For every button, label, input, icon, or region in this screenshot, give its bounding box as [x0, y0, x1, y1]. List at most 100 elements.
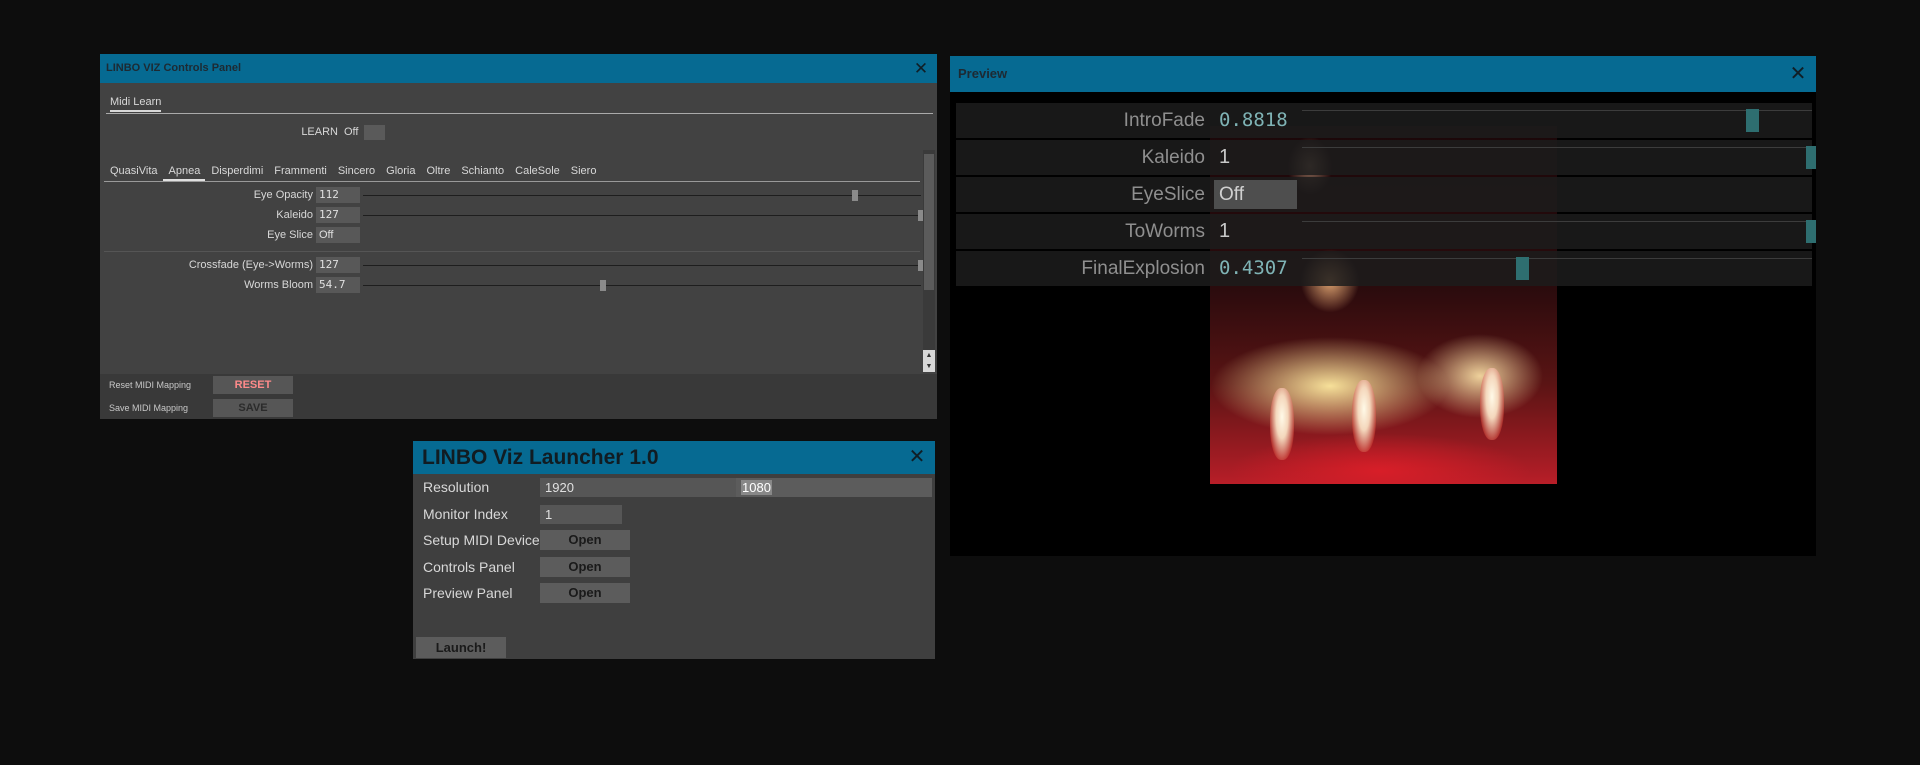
save-mapping-row: Save MIDI Mapping SAVE: [100, 397, 937, 419]
preview-param-label: ToWorms: [1125, 221, 1205, 242]
reset-mapping-row: Reset MIDI Mapping RESET: [100, 374, 937, 396]
monitor-index-label: Monitor Index: [423, 506, 508, 522]
launcher-titlebar[interactable]: LINBO Viz Launcher 1.0 ✕: [413, 441, 935, 474]
param-value-field[interactable]: 127: [316, 207, 360, 223]
preview-slider-track[interactable]: [1302, 110, 1812, 111]
tab-midi-learn[interactable]: Midi Learn: [110, 96, 162, 112]
param-label: Crossfade (Eye->Worms): [188, 259, 313, 271]
learn-label: LEARN: [301, 126, 338, 138]
flame-shape: [1352, 380, 1376, 452]
close-icon[interactable]: ✕: [1788, 64, 1808, 84]
tab-apnea[interactable]: Apnea: [162, 163, 206, 181]
monitor-index-input[interactable]: 1: [540, 505, 622, 524]
preview-param-value: 0.8818: [1219, 109, 1288, 131]
tab-sincero[interactable]: Sincero: [332, 163, 380, 179]
preview-param-value: 1: [1219, 220, 1231, 242]
param-value-field[interactable]: 112: [316, 187, 360, 203]
save-mapping-label: Save MIDI Mapping: [109, 403, 189, 413]
param-row-kaleido: Kaleido 127: [100, 206, 930, 224]
open-midi-device-button[interactable]: Open: [540, 530, 630, 550]
learn-toggle[interactable]: [364, 125, 385, 140]
preview-slider-handle[interactable]: [1806, 220, 1816, 243]
param-label: Eye Slice: [267, 229, 313, 241]
resolution-height-selection: 1080: [741, 480, 772, 495]
midi-device-row: Setup MIDI Device Open: [413, 528, 935, 552]
monitor-row: Monitor Index 1: [413, 502, 935, 526]
tab-disperdimi[interactable]: Disperdimi: [205, 163, 268, 179]
preview-slider-track[interactable]: [1302, 258, 1812, 259]
subtab-divider: [106, 113, 933, 114]
flame-shape: [1480, 368, 1504, 440]
resolution-width-input[interactable]: 1920: [540, 478, 736, 497]
tab-calesole[interactable]: CaleSole: [509, 163, 565, 179]
controls-panel-label: Controls Panel: [423, 559, 515, 575]
open-preview-panel-button[interactable]: Open: [540, 583, 630, 603]
tab-frammenti[interactable]: Frammenti: [268, 163, 332, 179]
open-controls-panel-button[interactable]: Open: [540, 557, 630, 577]
reset-mapping-label: Reset MIDI Mapping: [109, 380, 192, 390]
preview-param-label: EyeSlice: [1131, 184, 1205, 205]
controls-panel-title: LINBO VIZ Controls Panel: [106, 62, 242, 74]
slider-handle[interactable]: [600, 280, 607, 291]
resolution-label: Resolution: [423, 479, 490, 495]
param-label: Worms Bloom: [244, 279, 313, 291]
close-icon[interactable]: ✕: [907, 447, 927, 467]
preview-panel-label: Preview Panel: [423, 585, 513, 601]
close-icon[interactable]: ✕: [911, 59, 931, 79]
preview-param-value: 0.4307: [1219, 257, 1288, 279]
learn-value: Off: [344, 126, 359, 138]
preview-param-label: Kaleido: [1141, 147, 1205, 168]
tab-quasivita[interactable]: QuasiVita: [104, 163, 163, 179]
flame-shape: [1270, 388, 1294, 460]
preview-param-label: IntroFade: [1123, 110, 1205, 131]
slider-track[interactable]: [363, 265, 921, 266]
scroll-up-icon[interactable]: ▲: [923, 350, 935, 361]
preview-param-eye-slice: EyeSlice Off: [956, 177, 1812, 212]
param-value-field[interactable]: 54.7: [316, 277, 360, 293]
preview-slider-handle[interactable]: [1515, 257, 1529, 280]
launcher-window: LINBO Viz Launcher 1.0 ✕ Resolution 1920…: [413, 441, 935, 659]
scrollbar-arrows[interactable]: ▲ ▼: [923, 350, 935, 372]
tab-schianto[interactable]: Schianto: [455, 163, 509, 179]
param-label: Kaleido: [276, 209, 313, 221]
tabs-divider: [104, 181, 920, 182]
preview-param-label: FinalExplosion: [1081, 258, 1205, 279]
preview-param-to-worms: ToWorms 1: [956, 214, 1816, 249]
slider-track[interactable]: [363, 195, 921, 196]
param-value-field[interactable]: 127: [316, 257, 360, 273]
resolution-row: Resolution 1920 1080: [413, 475, 935, 499]
eye-slice-toggle[interactable]: Off: [316, 227, 360, 243]
preview-titlebar[interactable]: Preview ✕: [950, 56, 1816, 92]
preview-param-kaleido: Kaleido 1: [956, 140, 1816, 175]
preview-eye-slice-toggle[interactable]: Off: [1214, 180, 1297, 209]
slider-track[interactable]: [363, 285, 921, 286]
preview-param-intro-fade: IntroFade 0.8818: [956, 103, 1812, 138]
controls-panel-window: LINBO VIZ Controls Panel ✕ Midi Learn LE…: [100, 54, 937, 419]
slider-track[interactable]: [363, 215, 921, 216]
scroll-down-icon[interactable]: ▼: [923, 361, 935, 372]
controls-panel-titlebar[interactable]: LINBO VIZ Controls Panel ✕: [100, 54, 937, 83]
scrollbar-thumb[interactable]: [924, 154, 934, 290]
preview-slider-track[interactable]: [1302, 221, 1812, 222]
save-button[interactable]: SAVE: [213, 399, 293, 417]
param-row-eye-opacity: Eye Opacity 112: [100, 186, 930, 204]
param-row-crossfade: Crossfade (Eye->Worms) 127: [100, 256, 930, 274]
preview-title: Preview: [958, 66, 1008, 81]
launch-button[interactable]: Launch!: [416, 637, 506, 658]
preview-slider-handle[interactable]: [1806, 146, 1816, 169]
preview-slider-track[interactable]: [1302, 147, 1812, 148]
preview-param-final-explosion: FinalExplosion 0.4307: [956, 251, 1812, 286]
launcher-title: LINBO Viz Launcher 1.0: [422, 446, 659, 469]
resolution-height-input[interactable]: 1080: [736, 478, 932, 497]
tab-oltre[interactable]: Oltre: [420, 163, 455, 179]
scene-tabs: QuasiVita Apnea Disperdimi Frammenti Sincero…: [104, 163, 601, 181]
param-row-worms-bloom: Worms Bloom 54.7: [100, 276, 930, 294]
preview-slider-handle[interactable]: [1745, 109, 1759, 132]
controls-panel-row: Controls Panel Open: [413, 555, 935, 579]
tab-siero[interactable]: Siero: [565, 163, 602, 179]
slider-handle[interactable]: [852, 190, 859, 201]
tab-gloria[interactable]: Gloria: [380, 163, 420, 179]
param-label: Eye Opacity: [253, 189, 313, 201]
reset-button[interactable]: RESET: [213, 376, 293, 394]
preview-param-value: 1: [1219, 146, 1231, 168]
